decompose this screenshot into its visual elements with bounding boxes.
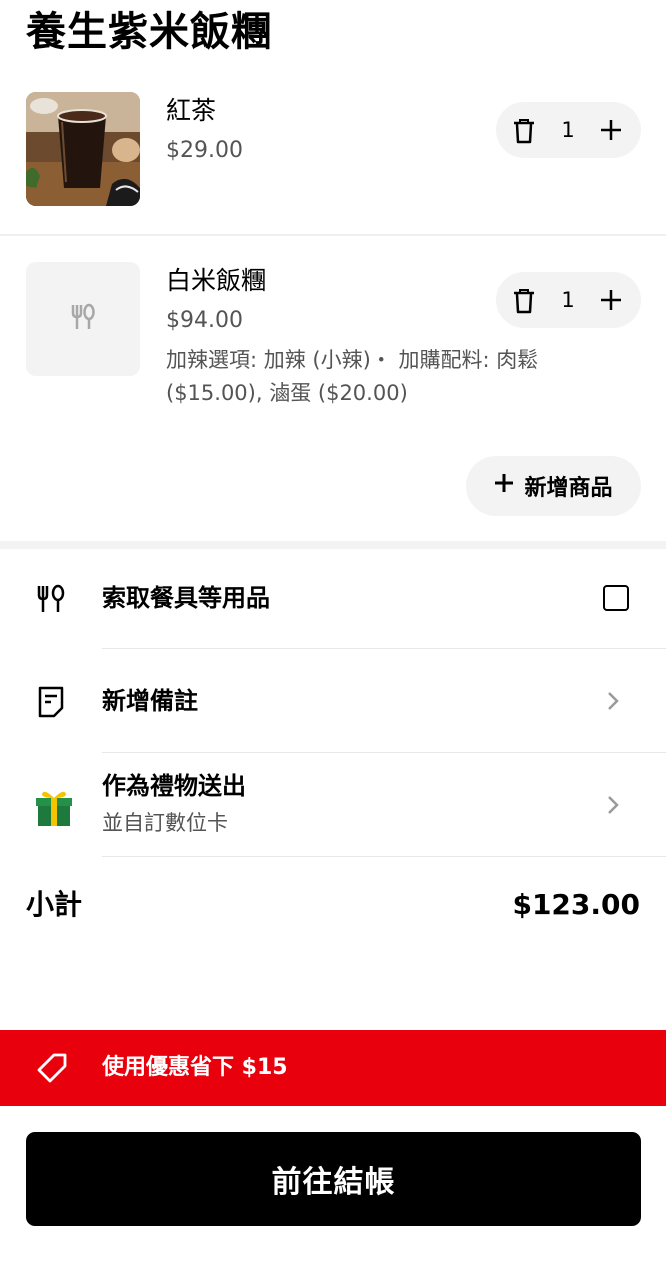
utensils-label: 索取餐具等用品 xyxy=(102,584,270,612)
note-label: 新增備註 xyxy=(102,687,198,715)
utensils-icon xyxy=(69,303,97,335)
trash-icon[interactable] xyxy=(512,118,536,144)
request-utensils-row[interactable]: 索取餐具等用品 xyxy=(0,548,666,649)
promo-text: 使用優惠省下 $15 xyxy=(102,1055,288,1080)
gift-sublabel: 並自訂數位卡 xyxy=(102,811,228,835)
promo-banner[interactable]: 使用優惠省下 $15 xyxy=(0,1030,666,1106)
quantity-stepper[interactable]: 1 xyxy=(496,102,641,158)
item-price: $29.00 xyxy=(166,138,243,163)
plus-icon xyxy=(494,473,514,499)
plus-icon[interactable] xyxy=(600,119,622,141)
add-note-row[interactable]: 新增備註 xyxy=(0,650,666,753)
utensils-icon xyxy=(36,584,66,614)
send-as-gift-row[interactable]: 作為禮物送出 並自訂數位卡 xyxy=(0,754,666,857)
subtotal-label: 小計 xyxy=(26,888,83,921)
item-options: 加辣選項: 加辣 (小辣)・ 加購配料: 肉鬆 ($15.00), 滷蛋 ($2… xyxy=(166,348,539,405)
item-image xyxy=(26,92,140,206)
cart-item[interactable]: 紅茶 $29.00 1 xyxy=(0,90,666,236)
chevron-right-icon xyxy=(606,794,620,816)
utensils-checkbox[interactable] xyxy=(603,585,629,611)
item-image-placeholder xyxy=(26,262,140,376)
checkout-footer: 前往結帳 xyxy=(0,1106,666,1280)
divider xyxy=(102,856,666,857)
gift-label: 作為禮物送出 xyxy=(102,772,246,800)
item-price: $94.00 xyxy=(166,308,243,333)
note-icon xyxy=(36,686,66,718)
plus-icon[interactable] xyxy=(600,289,622,311)
divider xyxy=(102,752,666,753)
quantity-stepper[interactable]: 1 xyxy=(496,272,641,328)
add-item-button[interactable]: 新增商品 xyxy=(466,456,641,516)
subtotal-value: $123.00 xyxy=(512,888,640,921)
checkout-button[interactable]: 前往結帳 xyxy=(26,1132,641,1226)
store-title: 養生紫米飯糰 xyxy=(26,9,272,55)
quantity-value: 1 xyxy=(561,288,575,312)
cart-item[interactable]: 白米飯糰 $94.00 加辣選項: 加辣 (小辣)・ 加購配料: 肉鬆 ($15… xyxy=(0,260,666,430)
item-name: 紅茶 xyxy=(166,96,217,125)
add-item-label: 新增商品 xyxy=(524,476,613,501)
quantity-value: 1 xyxy=(561,118,575,142)
chevron-right-icon xyxy=(606,690,620,712)
gift-icon xyxy=(36,788,72,826)
trash-icon[interactable] xyxy=(512,288,536,314)
tag-icon xyxy=(36,1052,68,1084)
divider xyxy=(102,648,666,649)
item-name: 白米飯糰 xyxy=(166,266,267,295)
